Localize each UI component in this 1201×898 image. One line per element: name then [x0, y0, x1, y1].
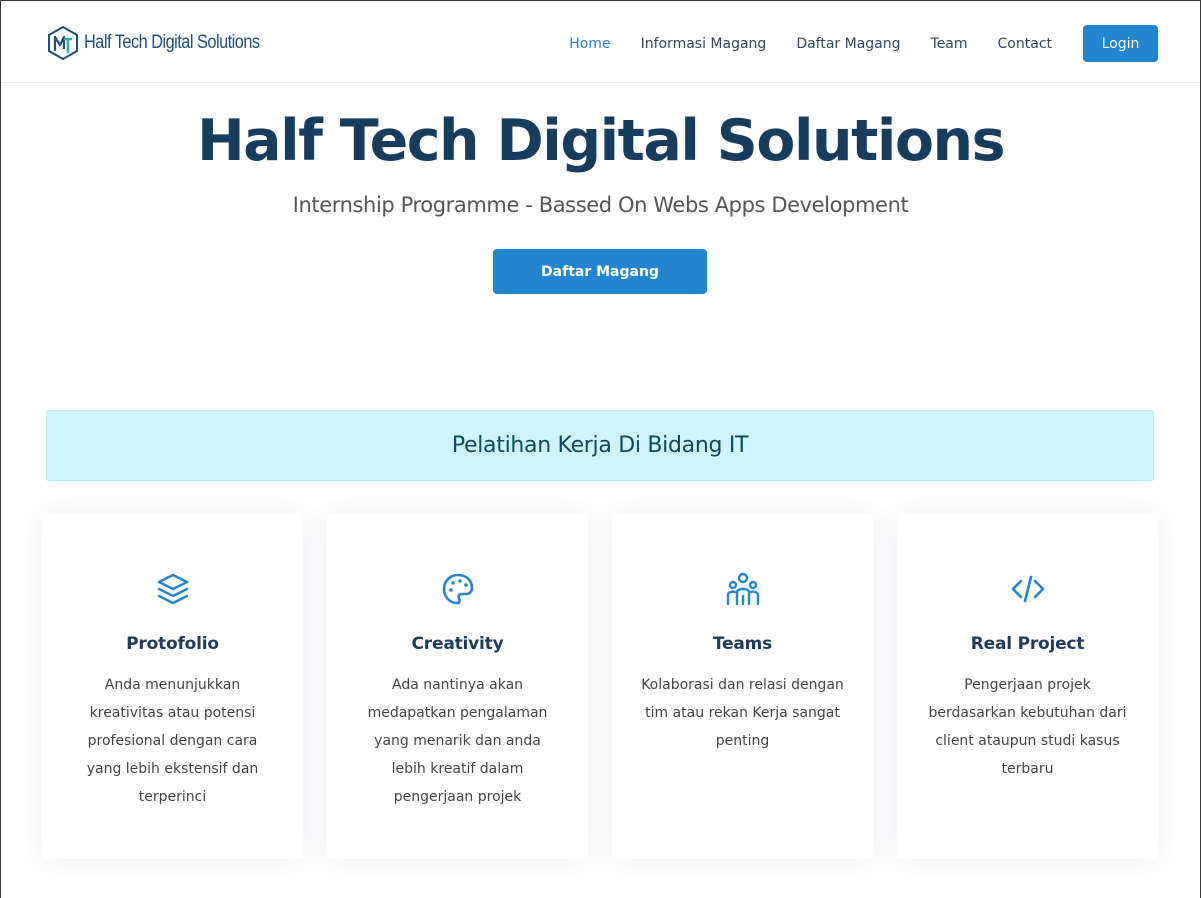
login-button[interactable]: Login — [1083, 25, 1158, 62]
info-banner: Pelatihan Kerja Di Bidang IT — [46, 410, 1154, 481]
feature-card-creativity: Creativity Ada nantinya akan medapatkan … — [327, 514, 588, 859]
hero-subtitle: Internship Programme - Bassed On Webs Ap… — [292, 193, 909, 217]
feature-description: Anda menunjukkan kreativitas atau potens… — [86, 677, 259, 805]
nav-item-informasi-magang[interactable]: Informasi Magang — [641, 36, 767, 52]
nav-item-home[interactable]: Home — [569, 36, 610, 52]
palette-icon — [442, 573, 473, 605]
layers-icon — [157, 573, 188, 605]
logo-mark-icon — [48, 25, 78, 61]
feature-card-real-project: Real Project Pengerjaan projek berdasark… — [897, 514, 1158, 859]
feature-title: Creativity — [411, 634, 504, 654]
site-header: Half Tech Digital Solutions Home Informa… — [1, 1, 1200, 83]
hero-title: Half Tech Digital Solutions — [196, 108, 1006, 174]
main-nav: Home Informasi Magang Daftar Magang Team… — [569, 25, 1158, 62]
nav-item-contact[interactable]: Contact — [998, 36, 1052, 52]
feature-description: Ada nantinya akan medapatkan pengalaman … — [367, 677, 548, 805]
feature-card-portfolio: Protofolio Anda menunjukkan kreativitas … — [42, 514, 303, 859]
people-icon — [726, 572, 759, 606]
daftar-magang-button[interactable]: Daftar Magang — [493, 249, 707, 294]
feature-card-teams: Teams Kolaborasi dan relasi dengan tim a… — [612, 514, 873, 859]
brand-logo[interactable]: Half Tech Digital Solutions — [47, 25, 288, 61]
code-icon — [1011, 575, 1044, 603]
feature-description: Pengerjaan projek berdasarkan kebutuhan … — [928, 677, 1127, 777]
nav-item-team[interactable]: Team — [931, 36, 968, 52]
feature-title: Teams — [712, 634, 773, 654]
feature-title: Real Project — [970, 634, 1085, 654]
feature-title: Protofolio — [126, 634, 219, 654]
nav-item-daftar-magang[interactable]: Daftar Magang — [796, 36, 900, 52]
logo-text: Half Tech Digital Solutions — [84, 32, 260, 53]
feature-description: Kolaborasi dan relasi dengan tim atau re… — [641, 677, 844, 749]
banner-text: Pelatihan Kerja Di Bidang IT — [451, 433, 749, 458]
